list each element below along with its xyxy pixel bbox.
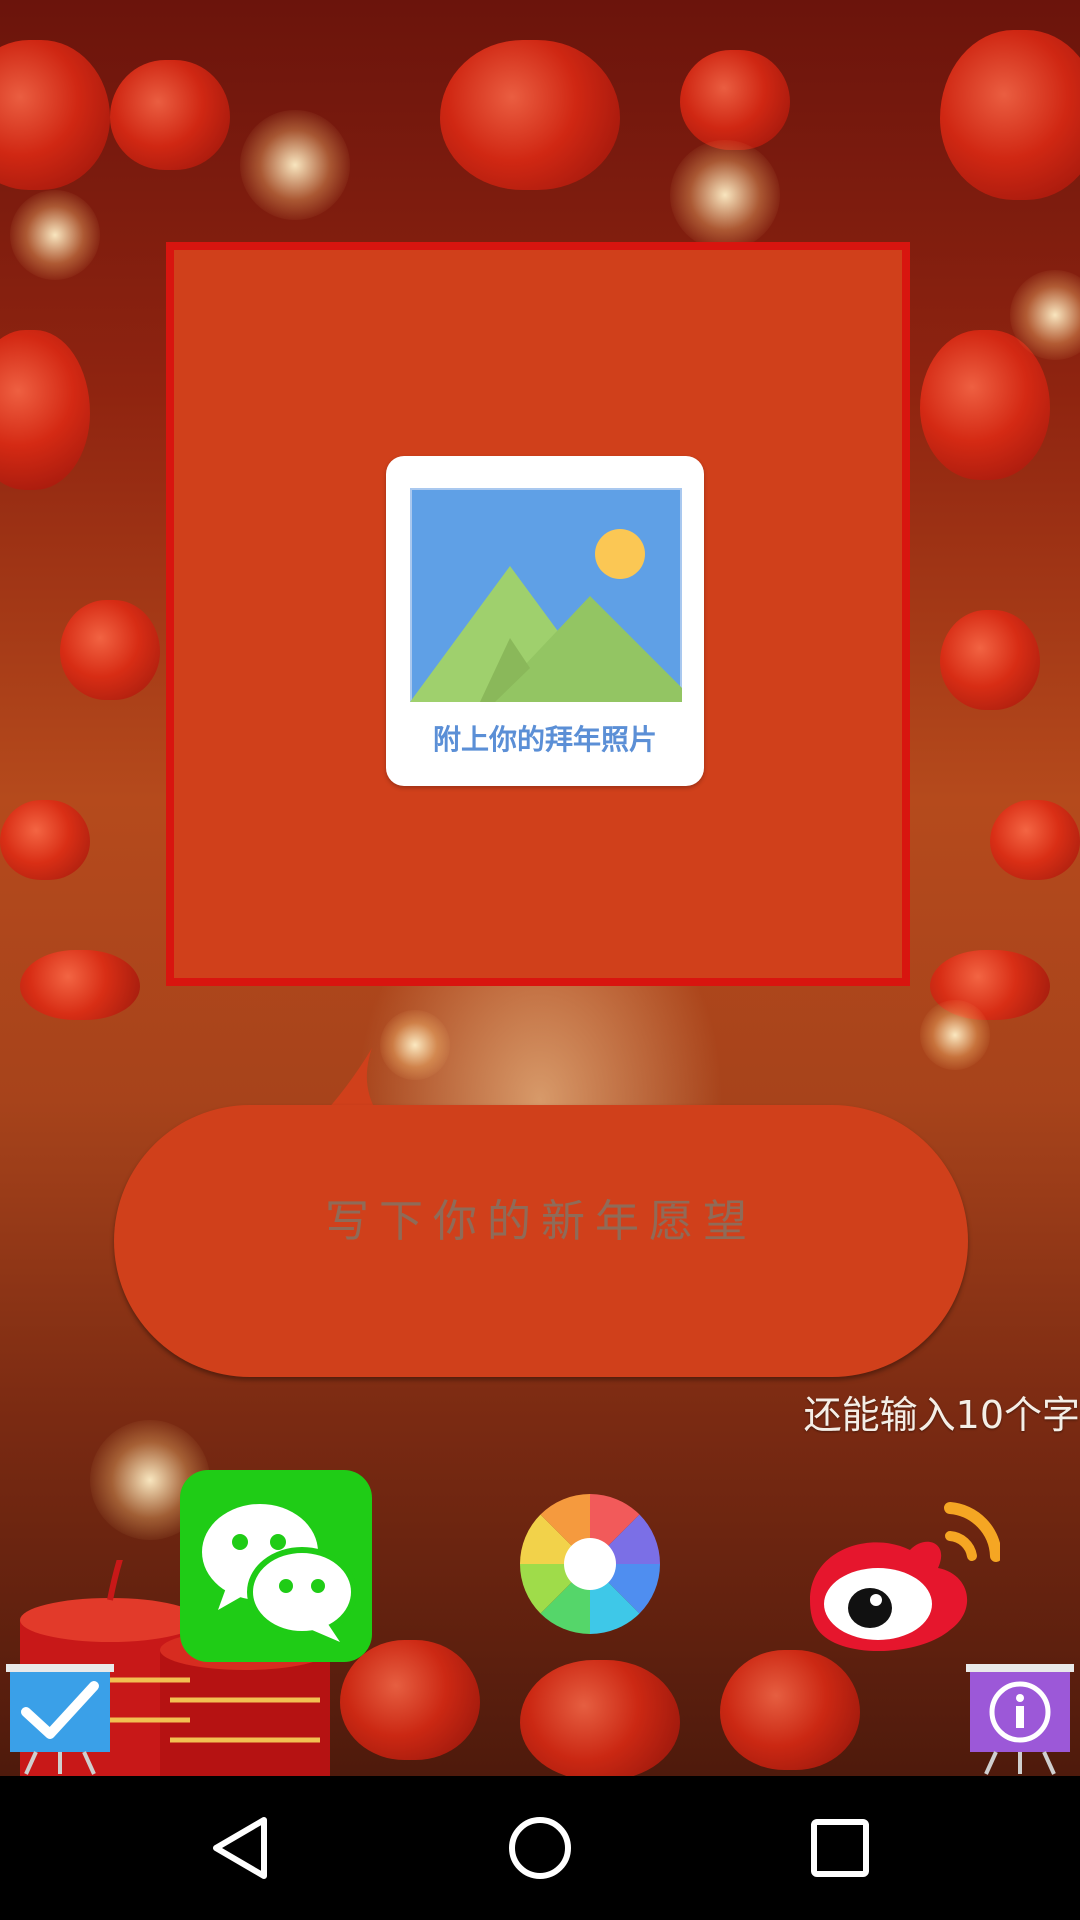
photo-upload-panel[interactable]: 附上你的拜年照片 xyxy=(166,242,910,986)
confirm-button[interactable] xyxy=(6,1664,114,1776)
back-icon[interactable] xyxy=(204,1812,276,1884)
remaining-characters: 还能输入10个字 xyxy=(803,1393,1080,1437)
navigation-bar xyxy=(0,1776,1080,1920)
add-photo-label: 附上你的拜年照片 xyxy=(432,723,657,756)
wechat-icon xyxy=(202,1504,357,1642)
wechat-share-button[interactable] xyxy=(180,1470,372,1662)
image-placeholder-icon xyxy=(410,488,682,702)
info-icon xyxy=(966,1664,1074,1775)
wish-input[interactable] xyxy=(114,1105,968,1377)
moments-share-button[interactable] xyxy=(518,1492,662,1636)
wish-bubble xyxy=(114,1105,968,1377)
weibo-share-button[interactable] xyxy=(800,1490,1002,1660)
recent-apps-icon[interactable] xyxy=(804,1812,876,1884)
add-photo-button[interactable]: 附上你的拜年照片 xyxy=(386,456,704,786)
moments-icon xyxy=(520,1494,660,1634)
info-button[interactable] xyxy=(966,1664,1074,1776)
weibo-icon xyxy=(810,1502,1002,1652)
checkmark-icon xyxy=(6,1664,114,1775)
home-icon[interactable] xyxy=(504,1812,576,1884)
